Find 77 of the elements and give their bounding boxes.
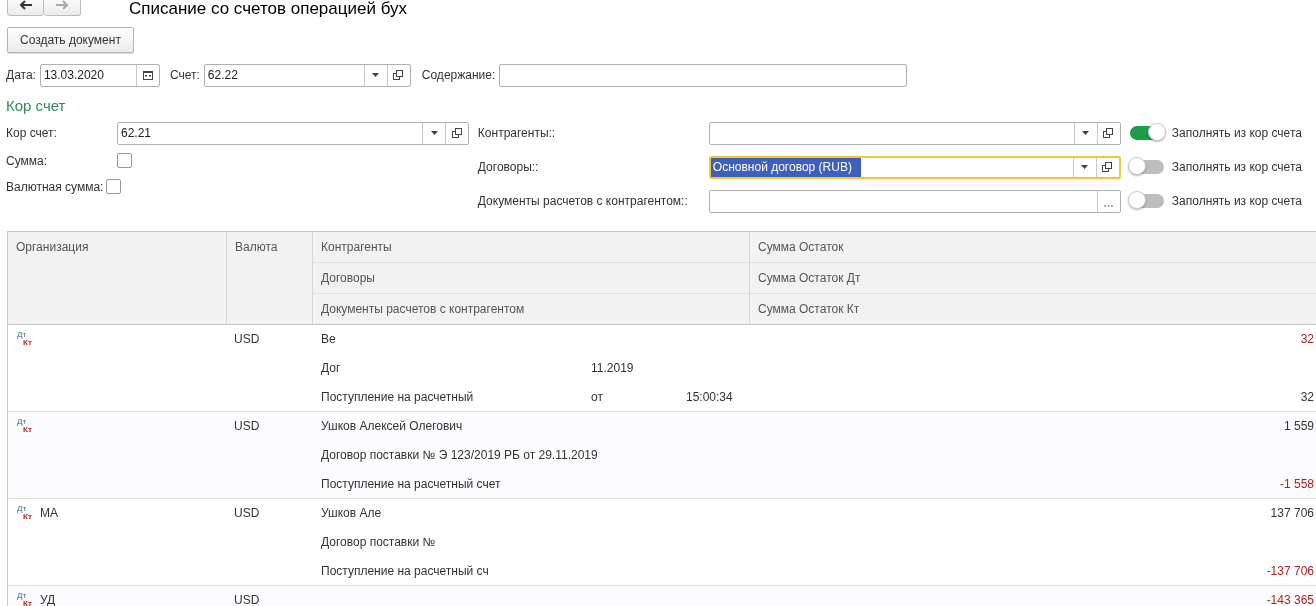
- debit-credit-icon: Дт Кт: [17, 505, 34, 521]
- input-field[interactable]: 13.03.2020: [39, 63, 160, 87]
- table-cell: USD: [234, 332, 260, 346]
- amount-cell: 32: [1300, 332, 1314, 346]
- open-window-icon: [393, 70, 405, 80]
- table-cell: USD: [234, 593, 260, 606]
- field-label: Кор счет:: [6, 126, 58, 140]
- input-field[interactable]: [708, 121, 1121, 145]
- checkbox[interactable]: [106, 179, 122, 194]
- back-button[interactable]: [7, 0, 44, 16]
- column-header[interactable]: Валюта: [227, 232, 312, 262]
- open-window-icon: [1102, 162, 1114, 172]
- input-field[interactable]: 62.21: [117, 121, 469, 145]
- calendar-icon: [142, 70, 153, 80]
- table-cell: МА: [40, 505, 58, 521]
- amount-cell: -1 558: [1279, 477, 1314, 491]
- dropdown-arrow-icon: [1082, 131, 1090, 135]
- section-title: Кор счет: [5, 96, 67, 116]
- column-header[interactable]: Сумма Остаток Дт: [750, 262, 1316, 293]
- input-field[interactable]: Основной договор (RUB): [708, 155, 1121, 179]
- table-cell-text: 15:00:34: [686, 389, 734, 406]
- field-label: Контрагенты::: [477, 126, 557, 140]
- table-cell: УД: [40, 592, 56, 606]
- dropdown-arrow-icon: [372, 73, 380, 77]
- amount-cell: 1 559: [1283, 419, 1314, 433]
- amount-cell: -143 365: [1266, 593, 1314, 606]
- field-label: Валютная сумма:: [6, 179, 104, 194]
- input-field[interactable]: [499, 63, 908, 87]
- table-cell-text: Договор поставки №: [321, 534, 437, 551]
- toggle-label: Заполнять из кор счета: [1171, 126, 1302, 140]
- dropdown-arrow-icon: [1081, 165, 1089, 169]
- column-header[interactable]: Сумма Остаток: [750, 232, 1316, 262]
- open-window-icon: [1103, 128, 1115, 138]
- table-cell-text: Договор поставки № Э 123/2019 РБ от 29.11.2019: [321, 447, 599, 464]
- table-cell-text: от: [591, 389, 604, 406]
- table-cell-text: Ушков Алексей Олегович: [321, 418, 464, 435]
- debit-credit-icon: Дт Кт: [17, 592, 34, 606]
- table-cell: USD: [234, 419, 260, 433]
- column-header[interactable]: Документы расчетов с контрагентом: [313, 293, 749, 324]
- field-label: Счет:: [169, 68, 200, 82]
- toggle-label: Заполнять из кор счета: [1171, 160, 1302, 174]
- debit-credit-icon: Дт Кт: [17, 418, 34, 434]
- table-cell-text: 11.2019: [591, 360, 635, 377]
- table-cell-text: Поступление на расчетный: [321, 389, 475, 406]
- window-title: Списание со счетов операцией бух: [129, 0, 408, 19]
- table-cell-text: Ве: [321, 331, 337, 348]
- amount-cell: 137 706: [1270, 506, 1314, 520]
- create-document-button[interactable]: Создать документ: [7, 27, 134, 53]
- toggle-switch[interactable]: [1129, 126, 1164, 140]
- left-arrow-icon: [17, 0, 34, 11]
- toggle-switch[interactable]: [1129, 160, 1164, 174]
- column-header[interactable]: Организация: [8, 232, 226, 262]
- field-label: Договоры::: [477, 160, 540, 174]
- table-cell-text: Поступление на расчетный счет: [321, 476, 502, 493]
- debit-credit-icon: Дт Кт: [17, 331, 34, 347]
- column-header[interactable]: Сумма Остаток Кт: [750, 293, 1316, 324]
- open-window-icon: [451, 128, 463, 138]
- table-cell-text: Дог: [321, 360, 342, 377]
- toggle-switch[interactable]: [1129, 194, 1164, 208]
- table-cell-text: Поступление на расчетный сч: [321, 563, 490, 580]
- field-label: Документы расчетов с контрагентом::: [477, 194, 689, 208]
- more-icon: [1104, 204, 1114, 207]
- field-label: Сумма:: [6, 153, 49, 168]
- amount-cell: 32: [1300, 390, 1314, 404]
- checkbox[interactable]: [117, 153, 132, 168]
- field-label: Дата:: [6, 68, 36, 82]
- table-cell: USD: [234, 506, 260, 520]
- input-field[interactable]: 62.22: [203, 63, 411, 87]
- column-header[interactable]: Договоры: [313, 262, 749, 293]
- table-cell-text: Ушков Але: [321, 505, 383, 522]
- right-arrow-icon: [54, 0, 70, 11]
- dropdown-arrow-icon: [430, 131, 438, 135]
- column-header[interactable]: Контрагенты: [313, 232, 749, 262]
- amount-cell: -137 706: [1266, 564, 1314, 578]
- toggle-label: Заполнять из кор счета: [1171, 194, 1302, 208]
- field-label: Содержание:: [421, 68, 496, 82]
- input-field[interactable]: [708, 189, 1121, 213]
